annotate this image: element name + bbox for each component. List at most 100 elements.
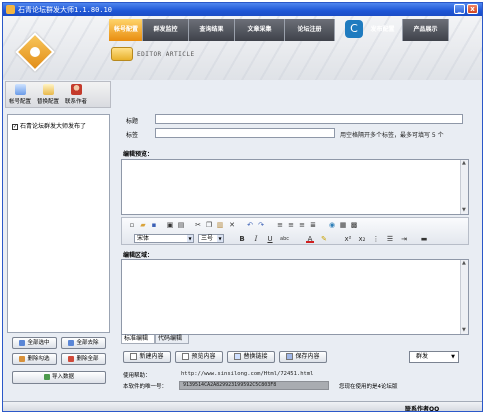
key-label: 本软件的唯一号： (123, 384, 168, 390)
title-input[interactable] (155, 114, 463, 124)
editor-area[interactable]: ▲ ▼ (121, 259, 469, 335)
font-color-icon[interactable]: A (306, 235, 314, 243)
editor-article-label: EDITOR ARTICLE (137, 51, 195, 58)
undo-icon[interactable]: ↶ (246, 221, 254, 229)
image-icon[interactable]: ▩ (350, 221, 358, 229)
redo-icon[interactable]: ↷ (257, 221, 265, 229)
menu-item-register[interactable]: 论坛注册 (285, 19, 335, 41)
help-link[interactable]: http://www.sinsilong.com/Html/72451.html (181, 371, 313, 377)
cut-icon[interactable]: ✂ (194, 221, 202, 229)
print-preview-icon[interactable]: ▤ (177, 221, 185, 229)
ordered-list-icon[interactable]: ⋮ (372, 235, 380, 243)
tags-hint: 用空格隔开多个标签，最多可填写 5 个 (340, 132, 444, 139)
editor-box-icon (111, 47, 133, 61)
chevron-down-icon: ▼ (187, 235, 193, 242)
preview-icon (182, 353, 190, 360)
scroll-up-icon[interactable]: ▲ (462, 161, 467, 166)
version-info: 您现在使用的是4论坛版 (339, 384, 398, 390)
table-icon[interactable]: ▦ (339, 221, 347, 229)
tab-code-edit[interactable]: 代码编辑 (155, 335, 189, 344)
help-label: 使用帮助： (123, 373, 151, 379)
preview-content-button[interactable]: 预览内容 (175, 351, 223, 363)
minimize-button[interactable]: _ (454, 4, 465, 14)
preview-area[interactable]: ▲ ▼ (121, 159, 469, 215)
delete-icon[interactable]: ✕ (228, 221, 236, 229)
scroll-up-icon[interactable]: ▲ (462, 261, 467, 266)
delete-all-button[interactable]: 删除全部 (61, 353, 106, 365)
indent-icon[interactable]: ⇥ (400, 235, 408, 243)
unique-key-field[interactable]: 9139514CA2A829923199592C5C803F8 (179, 381, 329, 390)
scroll-down-icon[interactable]: ▼ (462, 328, 467, 333)
align-left-icon[interactable]: ≡ (276, 221, 284, 229)
link-icon[interactable]: ◉ (328, 221, 336, 229)
italic-icon[interactable]: I (252, 235, 260, 243)
window-title: 石青论坛群发大师1.1.80.10 (18, 6, 112, 14)
title-bar[interactable]: 石青论坛群发大师1.1.80.10 _ x (3, 3, 482, 16)
header-banner: 帐号配置 群发监控 查询结果 文章采集 论坛注册 C 发布配置 产品展示 EDI… (3, 16, 482, 80)
delete-checked-icon (19, 355, 26, 362)
menu-item-products[interactable]: 产品展示 (403, 19, 449, 41)
horizontal-rule-icon[interactable]: ▬ (420, 235, 428, 243)
subscript-icon[interactable]: x₂ (358, 235, 366, 243)
close-button[interactable]: x (467, 4, 478, 14)
copy-icon[interactable]: ❐ (205, 221, 213, 229)
replace-icon (234, 353, 242, 360)
account-list[interactable]: ✓ 石青论坛群发大师发布了 (7, 114, 110, 333)
app-window: 石青论坛群发大师1.1.80.10 _ x 帐号配置 群发监控 查询结果 文章采… (2, 2, 483, 412)
font-select[interactable]: 宋体 ▼ (134, 234, 194, 243)
new-doc-icon (130, 353, 138, 360)
new-content-button[interactable]: 新建内容 (123, 351, 171, 363)
scroll-down-icon[interactable]: ▼ (462, 208, 467, 213)
delete-checked-button[interactable]: 删除勾选 (12, 353, 57, 365)
tab-standard-edit[interactable]: 标准编辑 (121, 335, 155, 344)
tags-input[interactable] (155, 128, 335, 138)
deselect-all-button[interactable]: 全部去除 (61, 337, 106, 349)
chevron-down-icon: ▼ (451, 354, 455, 360)
strikethrough-icon[interactable]: abc (280, 235, 289, 243)
status-bar: 联系作者QQ (3, 401, 482, 411)
import-icon (43, 373, 50, 380)
menu-item-account-config[interactable]: 帐号配置 (109, 19, 143, 41)
unordered-list-icon[interactable]: ☰ (386, 235, 394, 243)
superscript-icon[interactable]: x² (344, 235, 352, 243)
editor-area-title: 编辑区域： (123, 252, 154, 259)
open-folder-icon[interactable]: ▰ (139, 221, 147, 229)
new-doc-icon[interactable]: ▫ (128, 221, 136, 229)
align-center-icon[interactable]: ≡ (287, 221, 295, 229)
account-checkbox[interactable]: ✓ (12, 123, 18, 130)
toolstrip-contact-author[interactable]: 联系作者 (63, 83, 89, 108)
chevron-down-icon: ▼ (217, 235, 223, 242)
select-all-button[interactable]: 全部选中 (12, 337, 57, 349)
highlight-icon[interactable]: ✎ (320, 235, 328, 243)
toolstrip-account-config[interactable]: 帐号配置 (7, 83, 33, 108)
editor-toolbar: ▫ ▰ ▪ ▣ ▤ ✂ ❐ ▥ ✕ ↶ ↷ ≡ ≡ ≡ ≣ ◉ ▦ ▩ 宋体 ▼ … (121, 217, 469, 245)
preview-scrollbar[interactable]: ▲ ▼ (460, 160, 468, 214)
bold-icon[interactable]: B (238, 235, 246, 243)
align-right-icon[interactable]: ≡ (298, 221, 306, 229)
contact-author-icon (70, 84, 82, 95)
app-icon (6, 5, 15, 14)
save-content-button[interactable]: 保存内容 (279, 351, 327, 363)
save-icon (286, 353, 294, 360)
title-label: 标题 (126, 118, 139, 125)
font-size-select[interactable]: 三号 ▼ (198, 234, 224, 243)
delete-all-icon (68, 355, 75, 362)
account-config-icon (14, 84, 26, 95)
toolstrip-replace-config[interactable]: 替换配置 (35, 83, 61, 108)
align-justify-icon[interactable]: ≣ (309, 221, 317, 229)
underline-icon[interactable]: U (266, 235, 274, 243)
menu-item-collect[interactable]: 文章采集 (235, 19, 285, 41)
save-icon[interactable]: ▪ (150, 221, 158, 229)
editor-scrollbar[interactable]: ▲ ▼ (460, 260, 468, 334)
mode-select[interactable]: 群发 ▼ (409, 351, 459, 363)
import-data-button[interactable]: 导入数据 (12, 371, 106, 384)
list-item[interactable]: ✓ 石青论坛群发大师发布了 (12, 121, 86, 130)
replace-link-button[interactable]: 替换链接 (227, 351, 275, 363)
print-icon[interactable]: ▣ (166, 221, 174, 229)
menu-item-publish[interactable]: 发布配置 (363, 19, 403, 41)
contact-qq-label[interactable]: 联系作者QQ (405, 404, 439, 411)
paste-icon[interactable]: ▥ (216, 221, 224, 229)
menu-item-monitor[interactable]: 群发监控 (143, 19, 189, 41)
deselect-all-icon (68, 339, 75, 346)
menu-item-results[interactable]: 查询结果 (189, 19, 235, 41)
